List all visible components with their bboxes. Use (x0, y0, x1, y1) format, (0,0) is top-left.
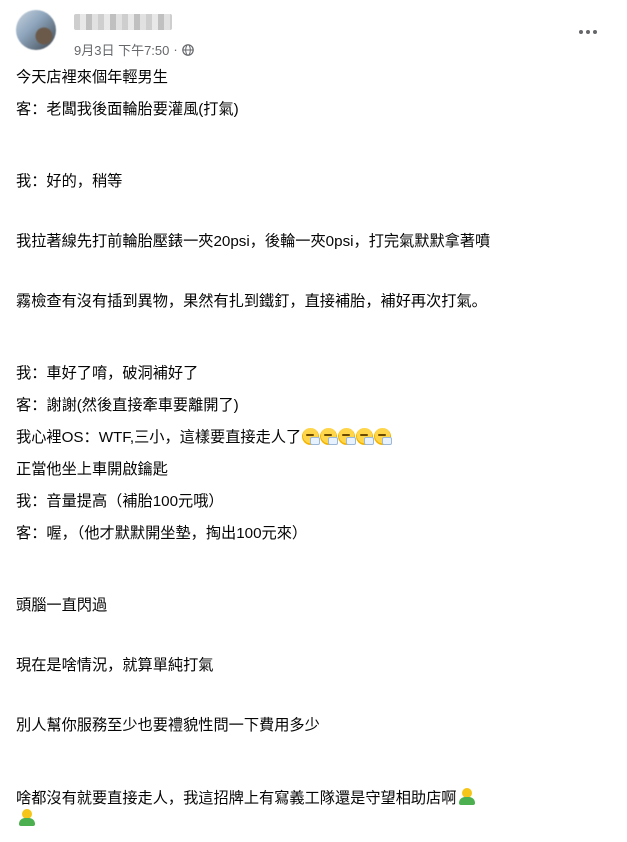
globe-icon[interactable] (181, 43, 194, 56)
post-timestamp[interactable]: 9月3日 下午7:50 (74, 40, 169, 59)
avatar[interactable] (16, 10, 56, 50)
paragraph: 客：老闆我後面輪胎要灌風(打氣) (16, 101, 239, 118)
paragraph-line: 我：好的，稍等 (16, 173, 123, 190)
paragraph-line: 霧檢查有沒有插到異物，果然有扎到鐵釘，直接補胎，補好再次打氣。 (16, 293, 487, 310)
paragraph-text: 啥都沒有就要直接走人，我這招牌上有寫義工隊還是守望相助店啊 (16, 790, 457, 807)
sneezing-face-icon (320, 428, 339, 445)
more-horizontal-icon[interactable] (573, 22, 603, 42)
paragraph: 客：喔，（他才默默開坐墊，掏出100元來） (16, 525, 308, 542)
post-card: 9月3日 下午7:50 · 今天店裡來個年輕男生 客：老闆我後面輪胎要灌風(打氣… (0, 0, 627, 826)
paragraph-line: 我拉著線先打前輪胎壓錶一夾20psi，後輪一夾0psi，打完氣默默拿著噴 (16, 233, 491, 250)
meta-separator: · (173, 42, 178, 57)
paragraph-text: 我心裡OS：WTF,三小，這樣要直接走人了 (16, 429, 302, 446)
paragraph: 今天店裡來個年輕男生 (16, 69, 168, 86)
sneezing-face-icon (356, 428, 375, 445)
paragraph: 正當他坐上車開啟鑰匙 (16, 461, 168, 478)
paragraph: 我：音量提高（補胎100元哦） (16, 493, 224, 510)
person-shrugging-icon (457, 788, 477, 806)
sneezing-face-icon (302, 428, 321, 445)
post-body: 今天店裡來個年輕男生 客：老闆我後面輪胎要灌風(打氣) 我：好的，稍等 我拉著線… (16, 68, 611, 842)
paragraph: 頭腦一直閃過 現在是啥情況，就算單純打氣 別人幫你服務至少也要禮貌性問一下費用多… (16, 556, 611, 776)
author-name-redacted[interactable] (74, 14, 172, 30)
paragraph-line: 現在是啥情況，就算單純打氣 (16, 657, 214, 674)
sneezing-face-icon (374, 428, 393, 445)
sneezing-face-icon (338, 428, 357, 445)
paragraph: 啥都沒有就要直接走人，我這招牌上有寫義工隊還是守望相助店啊 (16, 788, 611, 830)
paragraph: 客：謝謝(然後直接牽車要離開了) (16, 397, 239, 414)
paragraph-line: 頭腦一直閃過 (16, 597, 108, 614)
paragraph: 我：好的，稍等 我拉著線先打前輪胎壓錶一夾20psi，後輪一夾0psi，打完氣默… (16, 132, 611, 352)
paragraph: 我：車好了唷，破洞補好了 (16, 365, 199, 382)
paragraph: 我心裡OS：WTF,三小，這樣要直接走人了 (16, 428, 611, 448)
post-meta: 9月3日 下午7:50 · (74, 40, 194, 59)
paragraph-line: 別人幫你服務至少也要禮貌性問一下費用多少 (16, 717, 320, 734)
post-header: 9月3日 下午7:50 · (16, 10, 611, 60)
person-shrugging-icon (17, 809, 37, 827)
